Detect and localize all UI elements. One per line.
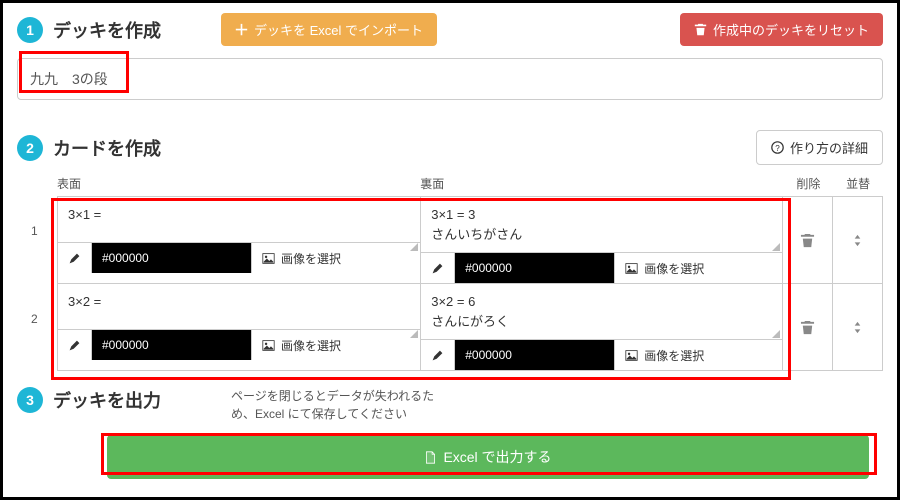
step3-badge: 3 <box>17 387 43 413</box>
step1-header: 1 デッキを作成 デッキを Excel でインポート 作成中のデッキをリセット <box>17 13 883 46</box>
card-column-headers: 表面 裏面 削除 並替 <box>57 175 883 192</box>
header-delete: 削除 <box>783 175 833 192</box>
choose-image-label: 画像を選択 <box>644 260 704 277</box>
deck-name-value: 九九 3の段 <box>30 71 108 87</box>
resize-handle-icon[interactable] <box>772 330 780 338</box>
step2-badge: 2 <box>17 135 43 161</box>
save-note: ページを閉じるとデータが失われるた め、Excel にて保存してください <box>231 387 434 423</box>
step2-header: 2 カードを作成 ? 作り方の詳細 <box>17 130 883 165</box>
trash-icon <box>800 320 815 335</box>
choose-image-button[interactable]: 画像を選択 <box>615 340 782 370</box>
svg-text:?: ? <box>775 144 780 153</box>
sort-handle[interactable] <box>833 284 883 371</box>
image-icon <box>625 349 638 362</box>
howto-detail-button[interactable]: ? 作り方の詳細 <box>756 130 883 165</box>
header-front: 表面 <box>57 175 420 192</box>
delete-card-button[interactable] <box>783 196 833 284</box>
deck-name-input[interactable]: 九九 3の段 <box>17 58 883 100</box>
row-number: 1 <box>31 224 38 238</box>
choose-image-label: 画像を選択 <box>281 337 341 354</box>
text-color-button[interactable] <box>421 253 455 283</box>
front-face-cell: 3×2 = #000000 画像を選択 <box>57 284 420 371</box>
back-face-cell: 3×1 = 3 さんいちがさん #000000 画像を選択 <box>420 196 783 284</box>
color-hex-input[interactable]: #000000 <box>455 253 615 283</box>
choose-image-button[interactable]: 画像を選択 <box>615 253 782 283</box>
reset-deck-label: 作成中のデッキをリセット <box>713 20 869 39</box>
step2-title: カードを作成 <box>53 135 161 161</box>
image-icon <box>262 252 275 265</box>
front-text-input[interactable]: 3×2 = <box>58 284 420 329</box>
row-number: 2 <box>31 312 38 326</box>
choose-image-label: 画像を選択 <box>281 250 341 267</box>
brush-icon <box>431 349 444 362</box>
sort-arrows-icon <box>850 233 865 248</box>
file-icon <box>424 451 437 464</box>
import-excel-label: デッキを Excel でインポート <box>254 20 423 39</box>
sort-handle[interactable] <box>833 196 883 284</box>
brush-icon <box>68 252 81 265</box>
image-icon <box>625 262 638 275</box>
front-text-input[interactable]: 3×1 = <box>58 197 420 242</box>
choose-image-button[interactable]: 画像を選択 <box>252 330 420 360</box>
delete-card-button[interactable] <box>783 284 833 371</box>
color-hex-input[interactable]: #000000 <box>455 340 615 370</box>
resize-handle-icon[interactable] <box>410 330 418 338</box>
sort-arrows-icon <box>850 320 865 335</box>
text-color-button[interactable] <box>58 243 92 273</box>
color-hex-input[interactable]: #000000 <box>92 330 252 360</box>
card-row: 1 3×1 = #000000 画像を選択 <box>57 196 883 284</box>
step1-title: デッキを作成 <box>53 17 161 43</box>
brush-icon <box>431 262 444 275</box>
back-text-input[interactable]: 3×1 = 3 さんいちがさん <box>421 197 782 252</box>
header-sort: 並替 <box>833 175 883 192</box>
import-excel-button[interactable]: デッキを Excel でインポート <box>221 13 437 46</box>
text-color-button[interactable] <box>421 340 455 370</box>
header-back: 裏面 <box>420 175 783 192</box>
resize-handle-icon[interactable] <box>410 243 418 251</box>
reset-deck-button[interactable]: 作成中のデッキをリセット <box>680 13 883 46</box>
image-icon <box>262 339 275 352</box>
howto-detail-label: 作り方の詳細 <box>790 138 868 157</box>
text-color-button[interactable] <box>58 330 92 360</box>
choose-image-label: 画像を選択 <box>644 347 704 364</box>
trash-icon <box>800 233 815 248</box>
export-excel-button[interactable]: Excel で出力する <box>107 435 869 479</box>
resize-handle-icon[interactable] <box>772 243 780 251</box>
step3-header: 3 デッキを出力 ページを閉じるとデータが失われるた め、Excel にて保存し… <box>17 387 883 423</box>
question-icon: ? <box>771 141 784 154</box>
app-frame: 1 デッキを作成 デッキを Excel でインポート 作成中のデッキをリセット … <box>0 0 900 500</box>
step1-badge: 1 <box>17 17 43 43</box>
card-row: 2 3×2 = #000000 画像を選択 <box>57 284 883 371</box>
trash-icon <box>694 23 707 36</box>
export-excel-label: Excel で出力する <box>443 447 551 467</box>
step3-title: デッキを出力 <box>53 387 161 413</box>
brush-icon <box>68 339 81 352</box>
choose-image-button[interactable]: 画像を選択 <box>252 243 420 273</box>
front-face-cell: 3×1 = #000000 画像を選択 <box>57 196 420 284</box>
back-face-cell: 3×2 = 6 さんにがろく #000000 画像を選択 <box>420 284 783 371</box>
back-text-input[interactable]: 3×2 = 6 さんにがろく <box>421 284 782 339</box>
plus-icon <box>235 23 248 36</box>
card-table: 表面 裏面 削除 並替 1 3×1 = #000000 <box>57 175 883 371</box>
color-hex-input[interactable]: #000000 <box>92 243 252 273</box>
